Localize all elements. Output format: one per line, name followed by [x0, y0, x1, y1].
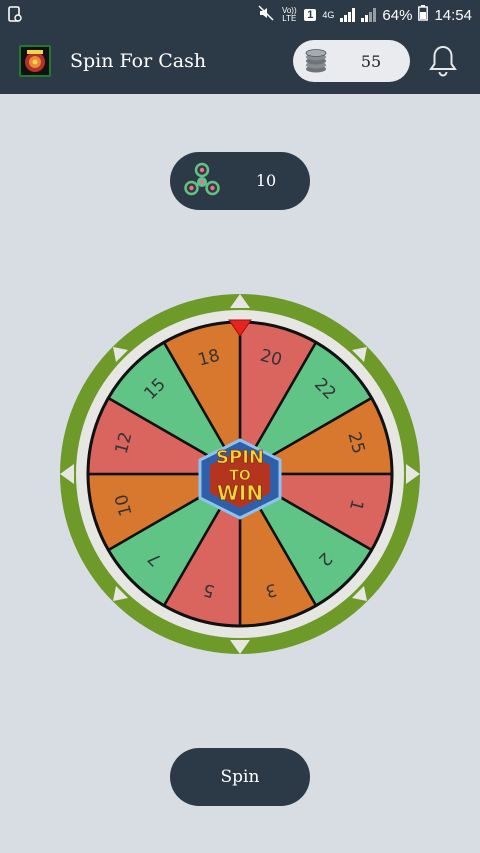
- status-bar: Vo)) LTE 1 4G 64% 14:54: [0, 0, 480, 30]
- sim-icon: 1: [304, 9, 317, 21]
- battery-percent: 64%: [382, 6, 413, 24]
- signal-icon: [340, 8, 356, 22]
- center-text-win: WIN: [217, 481, 263, 505]
- bell-icon[interactable]: [428, 44, 458, 82]
- network-type-icon: 4G: [322, 10, 335, 20]
- coin-balance[interactable]: 55: [293, 40, 410, 82]
- screen-record-icon: [8, 6, 22, 26]
- volte-icon: Vo)) LTE: [281, 6, 297, 23]
- spin-button[interactable]: Spin: [170, 748, 310, 806]
- coin-stack-icon: [304, 48, 328, 78]
- spins-count: 10: [255, 171, 277, 190]
- center-text-spin: SPIN: [216, 447, 264, 468]
- prize-wheel[interactable]: 20 22 25 1 2 3 5 7 10 12 15 18 SPIN TO WIN: [58, 292, 422, 656]
- battery-icon: [418, 5, 429, 25]
- coin-count: 55: [360, 52, 382, 71]
- spins-remaining: 10: [170, 152, 310, 210]
- app-bar: Spin For Cash 55: [0, 30, 480, 94]
- clock: 14:54: [434, 6, 472, 24]
- fidget-spinner-icon: [183, 162, 221, 204]
- app-logo: [19, 45, 51, 77]
- signal-icon-2: [361, 8, 377, 22]
- app-title: Spin For Cash: [70, 50, 207, 72]
- mute-icon: [258, 5, 274, 25]
